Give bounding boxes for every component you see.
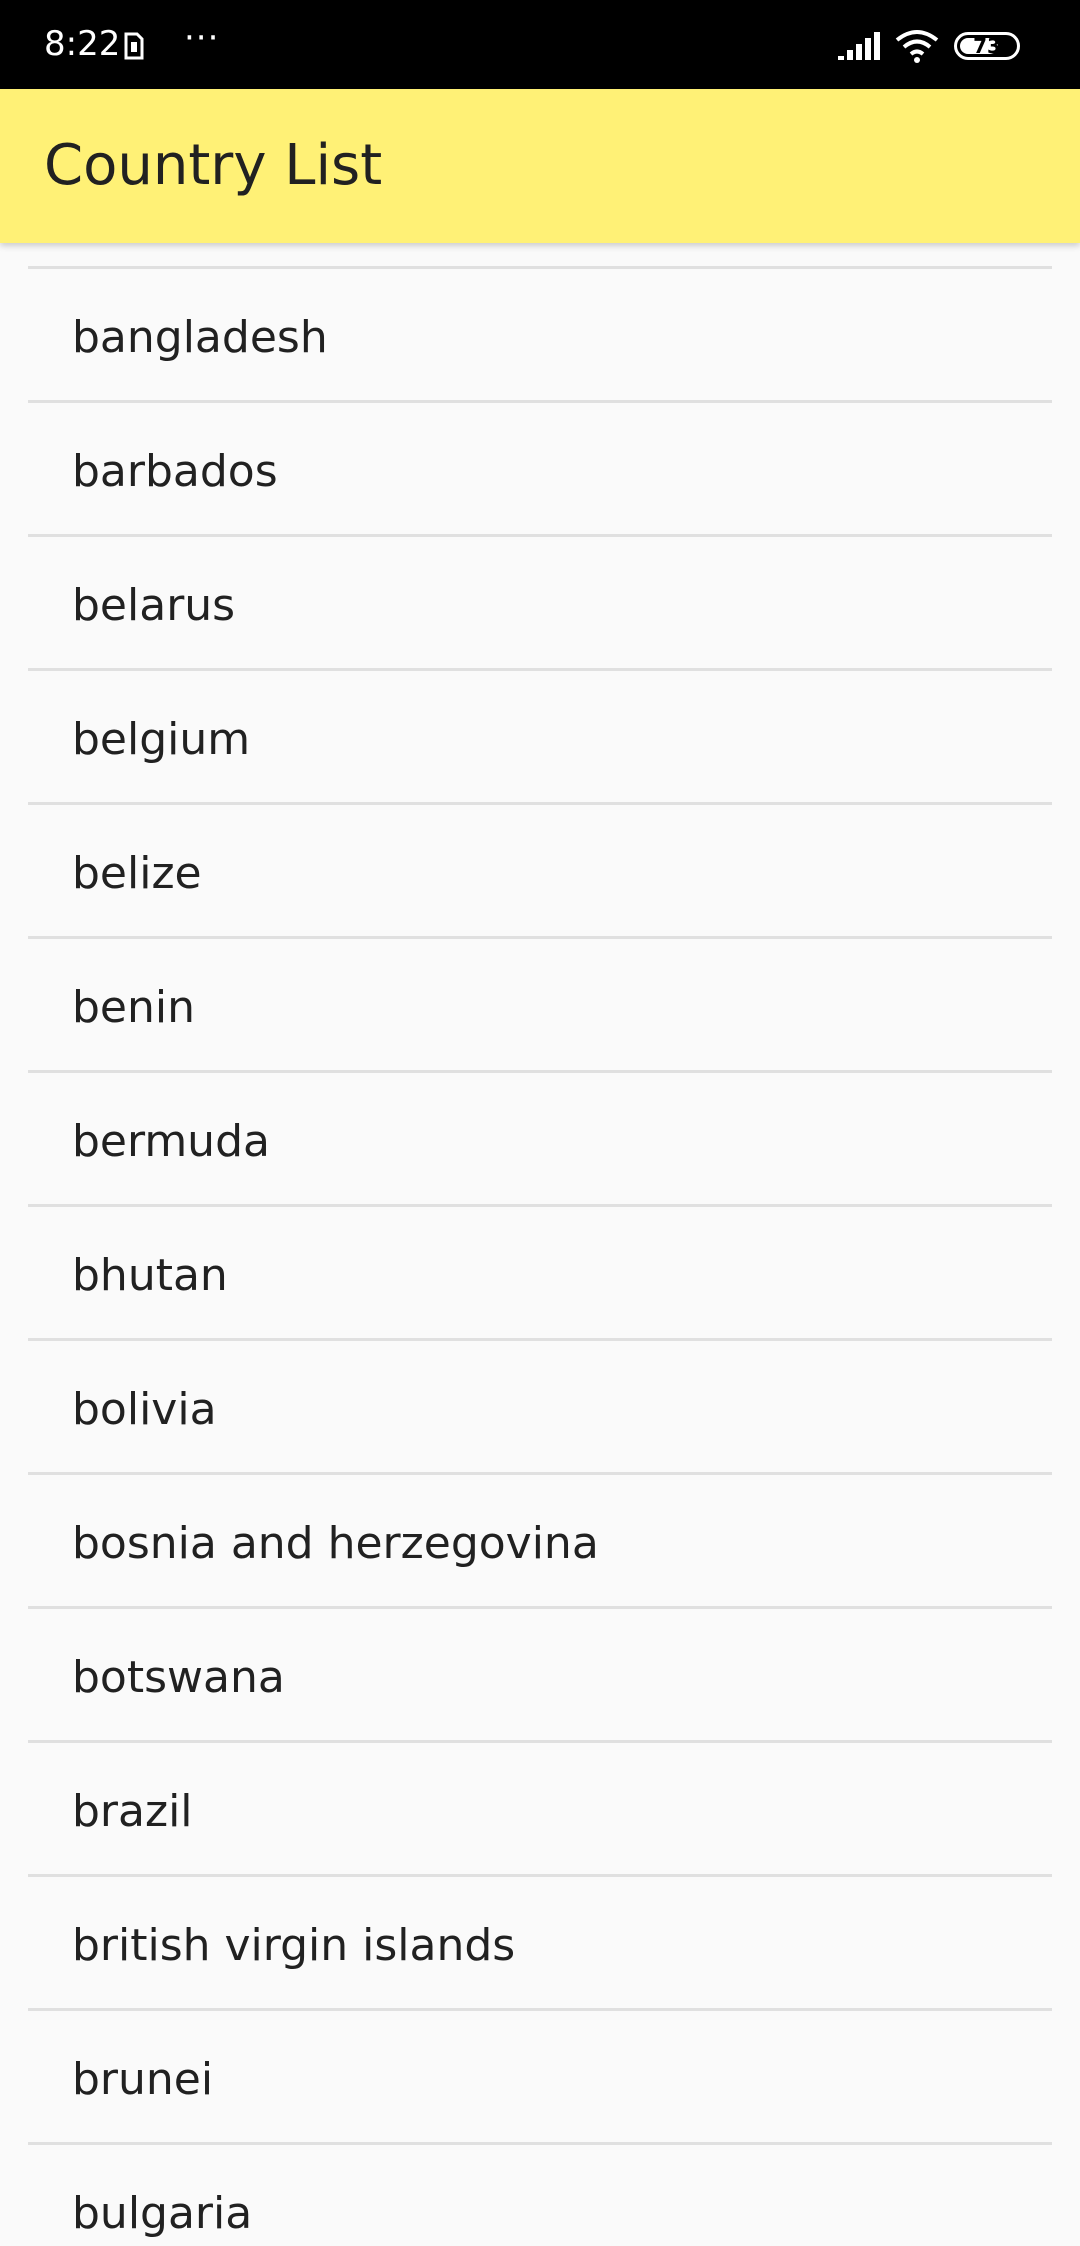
country-name: belize xyxy=(72,848,202,899)
list-item[interactable]: bolivia xyxy=(28,1341,1052,1475)
country-name: brunei xyxy=(72,2054,214,2105)
list-item[interactable]: botswana xyxy=(28,1609,1052,1743)
country-name: bangladesh xyxy=(72,312,328,363)
country-name: benin xyxy=(72,982,195,1033)
country-name: belarus xyxy=(72,580,236,631)
country-list: bahrain bangladesh barbados belarus belg… xyxy=(0,243,1080,2246)
wifi-icon xyxy=(895,30,939,63)
country-name: bermuda xyxy=(72,1116,270,1167)
list-item[interactable]: belize xyxy=(28,805,1052,939)
list-item[interactable]: benin xyxy=(28,939,1052,1073)
country-name: belgium xyxy=(72,714,251,765)
list-item[interactable]: belgium xyxy=(28,671,1052,805)
app-bar: Country List xyxy=(0,89,1080,243)
list-item[interactable]: brunei xyxy=(28,2011,1052,2145)
country-name: bhutan xyxy=(72,1250,228,1301)
cellular-signal-icon xyxy=(838,32,880,60)
battery-percent: 73 xyxy=(973,34,1001,58)
list-item[interactable]: bulgaria xyxy=(28,2145,1052,2246)
list-item[interactable]: bermuda xyxy=(28,1073,1052,1207)
list-item[interactable]: bhutan xyxy=(28,1207,1052,1341)
list-item[interactable]: barbados xyxy=(28,403,1052,537)
sim-card-icon xyxy=(124,32,144,60)
status-bar: 8:22 ··· 73 xyxy=(0,0,1080,89)
list-item[interactable]: bangladesh xyxy=(28,269,1052,403)
country-name: bolivia xyxy=(72,1384,217,1435)
country-name: barbados xyxy=(72,446,278,497)
country-name: brazil xyxy=(72,1786,193,1837)
list-item[interactable]: bosnia and herzegovina xyxy=(28,1475,1052,1609)
list-item[interactable]: brazil xyxy=(28,1743,1052,1877)
page-title: Country List xyxy=(44,133,383,198)
more-notifications-icon: ··· xyxy=(184,18,220,58)
country-name: bosnia and herzegovina xyxy=(72,1518,599,1569)
country-list-viewport[interactable]: bahrain bangladesh barbados belarus belg… xyxy=(0,243,1080,2246)
status-time: 8:22 xyxy=(44,24,121,64)
country-name: bulgaria xyxy=(72,2188,253,2239)
list-item[interactable]: bahrain xyxy=(28,243,1052,269)
list-item[interactable]: belarus xyxy=(28,537,1052,671)
battery-icon: 73 xyxy=(954,32,1020,60)
country-name: british virgin islands xyxy=(72,1920,516,1971)
country-name: botswana xyxy=(72,1652,285,1703)
list-item[interactable]: british virgin islands xyxy=(28,1877,1052,2011)
